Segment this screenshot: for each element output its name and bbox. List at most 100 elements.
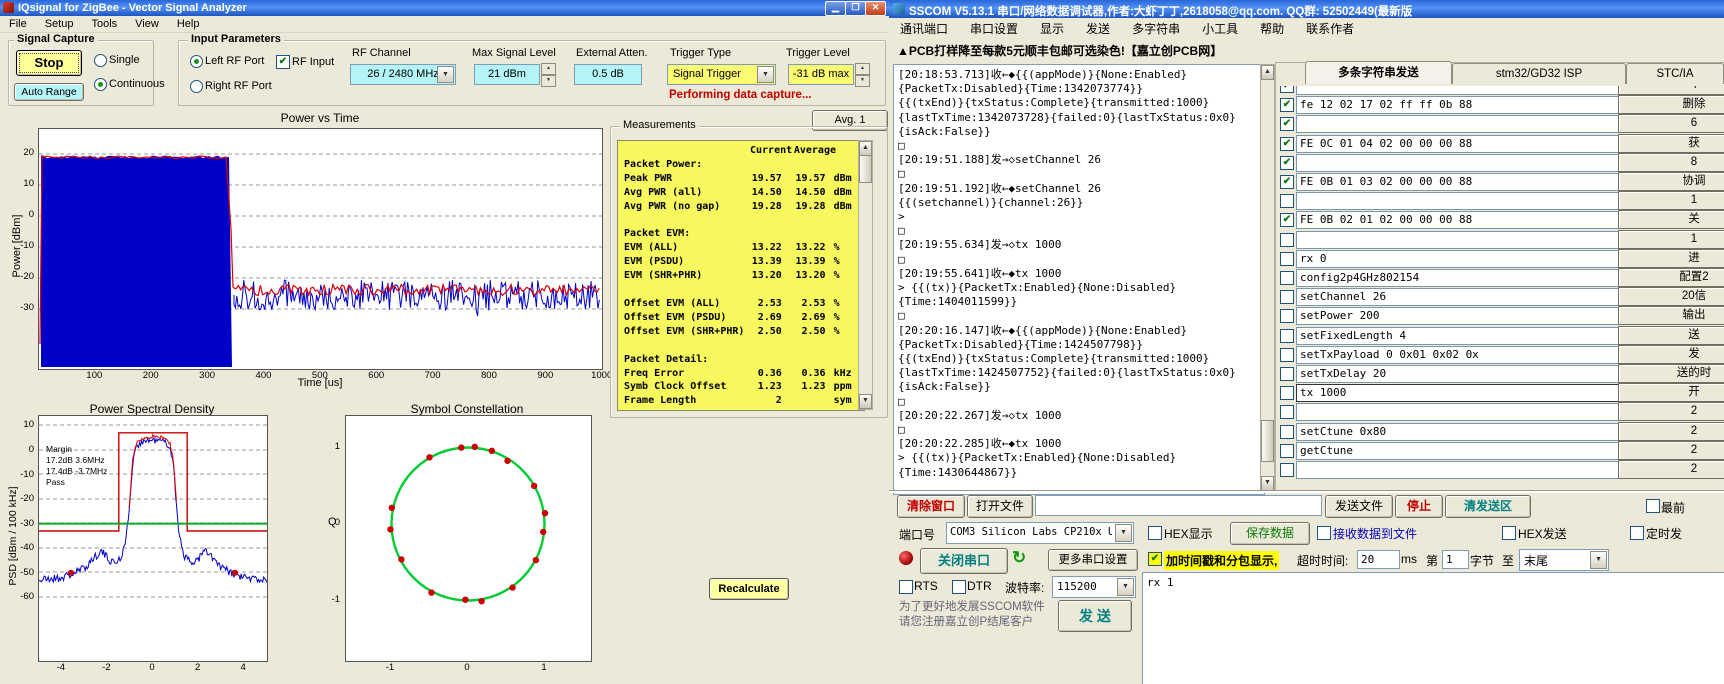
multisend-send-button[interactable]: 20信 [1618,287,1724,306]
receive-console[interactable]: [20:18:53.713]收←◆{{(appMode)}{None:Enabl… [893,64,1265,495]
sscom-menu-item-3[interactable]: 发送 [1075,19,1121,38]
multisend-send-button[interactable]: 关 [1618,210,1724,229]
multisend-field[interactable]: tx 1000 [1296,384,1622,402]
sscom-menu-item-0[interactable]: 通讯端口 [889,19,959,38]
scroll-up-icon[interactable]: ▲ [1261,65,1274,80]
port-select[interactable]: COM3 Silicon Labs CP210x U ▼ [946,522,1134,544]
multisend-checkbox[interactable] [1280,194,1294,208]
multisend-field[interactable] [1296,154,1622,172]
scrollbar-thumb[interactable] [1261,420,1274,462]
multisend-checkbox[interactable] [1280,425,1294,439]
multisend-send-button[interactable]: 8 [1618,153,1724,172]
multisend-checkbox[interactable] [1280,252,1294,266]
multisend-send-button[interactable]: 送 [1618,326,1724,345]
multisend-field[interactable]: config2p4GHz802154 [1296,269,1622,287]
send-button[interactable]: 发 送 [1058,600,1132,632]
multisend-checkbox[interactable] [1280,271,1294,285]
close-button[interactable]: ✕ [865,1,886,16]
multisend-send-button[interactable]: 4 [1618,86,1724,95]
menu-item-help[interactable]: Help [168,17,209,31]
menu-item-file[interactable]: File [0,17,36,31]
multisend-field[interactable] [1296,461,1622,479]
multisend-field[interactable]: FE 0B 01 03 02 00 00 00 88 [1296,173,1622,191]
send-file-button[interactable]: 发送文件 [1325,495,1393,518]
multisend-send-button[interactable]: 协调 [1618,172,1724,191]
multisend-send-button[interactable]: 开 [1618,383,1724,402]
menu-item-setup[interactable]: Setup [36,17,83,31]
multisend-checkbox[interactable]: ✔ [1280,175,1294,189]
multisend-field[interactable] [1296,231,1622,249]
sscom-menu-item-5[interactable]: 小工具 [1191,19,1249,38]
rf-input-checkbox[interactable]: ✔ [276,55,290,69]
multisend-send-button[interactable]: 2 [1618,441,1724,460]
multisend-field[interactable]: FE 0B 02 01 02 00 00 00 88 [1296,211,1622,229]
multisend-checkbox[interactable]: ✔ [1280,86,1294,93]
scroll-down-icon[interactable]: ▼ [1261,476,1274,491]
maximize-button[interactable]: ❐ [845,1,866,16]
chevron-down-icon[interactable]: ▼ [1590,551,1607,569]
multisend-send-button[interactable]: 配置2 [1618,268,1724,287]
tab-stm32-isp[interactable]: stm32/GD32 ISP [1452,63,1626,84]
topmost-checkbox[interactable] [1646,499,1660,513]
send-input[interactable]: rx 1 [1142,572,1724,684]
multisend-field[interactable]: getCtune [1296,442,1622,460]
multisend-checkbox[interactable]: ✔ [1280,117,1294,131]
single-radio[interactable] [94,54,107,67]
clear-window-button[interactable]: 清除窗口 [897,495,965,518]
spin-up-icon[interactable]: ▲ [855,63,870,75]
multisend-field[interactable]: setFixedLength 4 [1296,327,1622,345]
trigger-level-spinner[interactable]: ▲ ▼ [855,63,870,87]
multisend-field[interactable]: setTxPayload 0 0x01 0x02 0x [1296,346,1622,364]
multisend-field[interactable]: setChannel 26 [1296,288,1622,306]
baud-select[interactable]: 115200 ▼ [1052,576,1136,598]
multisend-send-button[interactable]: 进 [1618,249,1724,268]
multisend-send-button[interactable]: 发 [1618,345,1724,364]
multisend-send-button[interactable]: 2 [1618,402,1724,421]
minimize-button[interactable]: ▁ [825,1,846,16]
console-scrollbar[interactable]: ▲ ▼ [1260,64,1275,492]
timeout-field[interactable]: 20 [1357,550,1400,569]
clear-send-button[interactable]: 清发送区 [1445,495,1531,518]
chevron-down-icon[interactable]: ▼ [1115,524,1132,542]
hex-send-checkbox[interactable] [1502,526,1516,540]
sscom-menu-item-6[interactable]: 帮助 [1249,19,1295,38]
multisend-checkbox[interactable] [1280,290,1294,304]
multisend-field[interactable]: rx 0 [1296,250,1622,268]
left-rf-port-radio[interactable] [190,55,203,68]
rf-channel-select[interactable]: 26 / 2480 MHz ▼ [350,64,456,85]
iqsignal-titlebar[interactable]: IQsignal for ZigBee - Vector Signal Anal… [0,0,889,16]
hex-display-checkbox[interactable] [1148,526,1162,540]
trigger-type-select[interactable]: Signal Trigger ▼ [667,64,776,85]
multisend-field[interactable]: fe 12 02 17 02 ff ff 0b 88 [1296,96,1622,114]
open-file-button[interactable]: 打开文件 [967,495,1033,518]
multisend-checkbox[interactable] [1280,405,1294,419]
trigger-level-field[interactable]: -31 dB max [788,64,854,85]
multisend-send-button[interactable]: 1 [1618,191,1724,210]
multisend-checkbox[interactable] [1280,386,1294,400]
stop-send-button[interactable]: 停止 [1395,495,1443,518]
recv-to-file-checkbox[interactable] [1317,526,1331,540]
scroll-up-icon[interactable]: ▲ [859,141,872,156]
multisend-checkbox[interactable] [1280,367,1294,381]
multisend-field[interactable]: setPower 200 [1296,307,1622,325]
refresh-ports-icon[interactable]: ↻ [1012,548,1026,568]
pcb-notice[interactable]: ▲PCB打样降至每款5元顺丰包邮可选染色!【嘉立创PCB网】 [897,42,1222,59]
right-rf-port-radio[interactable] [190,80,203,93]
multisend-send-button[interactable]: 6 [1618,114,1724,133]
multisend-field[interactable]: setCtune 0x80 [1296,423,1622,441]
multisend-checkbox[interactable] [1280,348,1294,362]
multisend-field[interactable] [1296,115,1622,133]
multisend-checkbox[interactable] [1280,463,1294,477]
chevron-down-icon[interactable]: ▼ [1117,578,1134,596]
sscom-menu-item-2[interactable]: 显示 [1029,19,1075,38]
measurements-scrollbar[interactable]: ▲ ▼ [858,140,873,410]
close-port-button[interactable]: 关闭串口 [920,548,1008,574]
file-path-field[interactable] [1035,495,1322,516]
end-select[interactable]: 末尾 ▼ [1519,549,1609,571]
menu-item-view[interactable]: View [126,17,168,31]
scroll-down-icon[interactable]: ▼ [859,394,872,409]
tab-stc-isp[interactable]: STC/IA [1626,63,1724,84]
multisend-send-button[interactable]: 送的时 [1618,364,1724,383]
pos-field[interactable]: 1 [1442,550,1469,569]
multisend-send-button[interactable]: 获 [1618,134,1724,153]
